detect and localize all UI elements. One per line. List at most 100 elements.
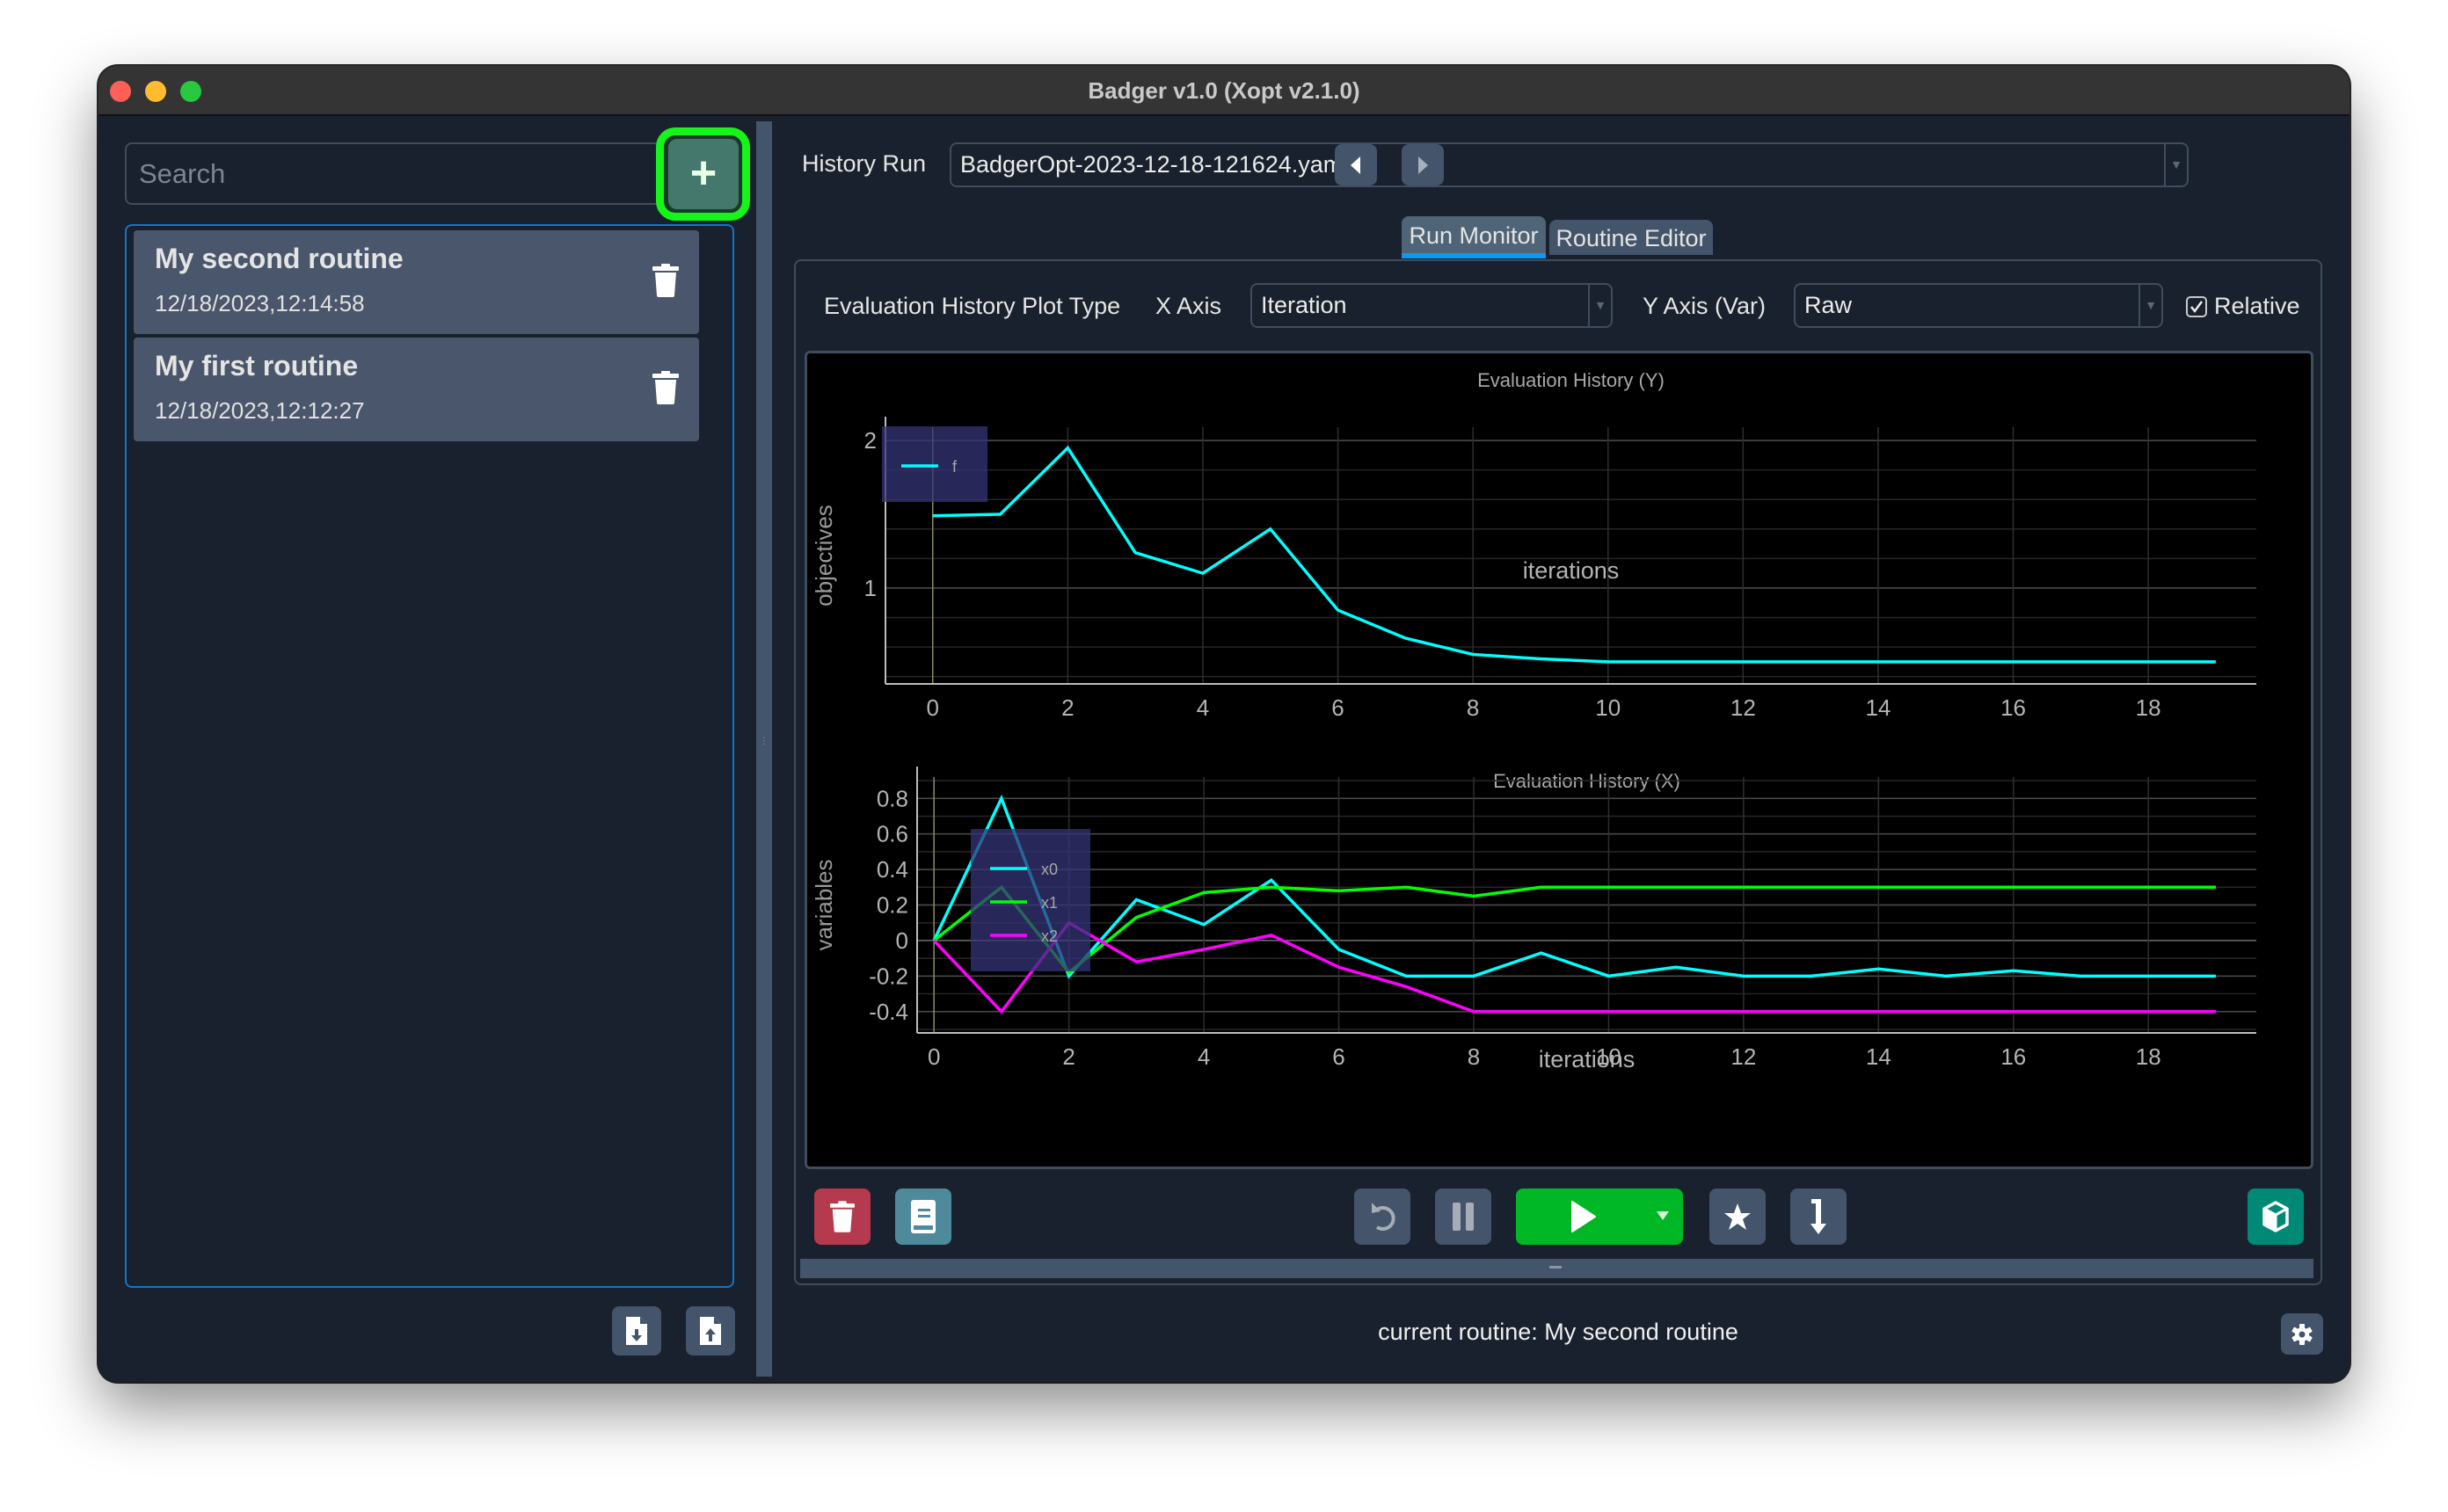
logbook-icon	[911, 1200, 936, 1233]
previous-run-button[interactable]	[1335, 144, 1377, 185]
panel-resize-handle[interactable]	[800, 1259, 2313, 1278]
checkmark-icon	[2190, 301, 2204, 314]
delete-routine-button[interactable]	[652, 371, 679, 404]
y-tick-label: -0.4	[869, 999, 908, 1025]
legend-label: x2	[1041, 927, 1058, 945]
x-tick-label: 0	[927, 694, 939, 721]
series-line-x1	[933, 884, 2216, 975]
x-tick-label: 6	[1331, 694, 1344, 721]
x-axis-label: iterations	[1523, 557, 1620, 584]
y-tick-label: 0.4	[877, 856, 908, 883]
y-axis-label: variables	[811, 859, 837, 950]
run-button[interactable]	[1516, 1189, 1683, 1245]
legend-box	[882, 426, 987, 502]
gear-icon	[2291, 1324, 2313, 1345]
x-tick-label: 12	[1730, 1043, 1756, 1070]
export-routine-button[interactable]	[686, 1306, 735, 1356]
legend-box	[971, 829, 1090, 971]
delete-routine-button[interactable]	[652, 264, 679, 297]
undo-icon	[1372, 1203, 1395, 1231]
trash-icon	[830, 1201, 855, 1232]
tab-label: Routine Editor	[1556, 225, 1707, 251]
caret-right-icon	[1418, 156, 1428, 174]
import-routine-button[interactable]	[612, 1306, 661, 1356]
x-tick-label: 16	[2000, 1043, 2026, 1070]
evaluation-history-x-chart[interactable]: Evaluation History (X)0.80.60.40.20-0.2-…	[807, 758, 2311, 1167]
logbook-button[interactable]	[895, 1189, 951, 1245]
x-axis-select[interactable]: Iteration ▼	[1250, 283, 1613, 328]
evaluation-history-y-chart[interactable]: Evaluation History (Y)120 2 4 6 8 10 12 14 16 18i…	[807, 353, 2311, 758]
tab-run-monitor[interactable]: Run Monitor	[1402, 216, 1546, 258]
routine-name: My first routine	[155, 350, 359, 382]
plot-type-label: Evaluation History Plot Type	[824, 293, 1121, 319]
routine-timestamp: 12/18/2023,12:12:27	[155, 397, 365, 424]
x-tick-label: 14	[1865, 694, 1891, 721]
x-axis-value: Iteration	[1261, 292, 1347, 318]
dropdown-arrow-icon[interactable]	[1657, 1211, 1669, 1220]
next-run-button[interactable]	[1402, 144, 1444, 185]
jump-to-optimum-icon	[1810, 1199, 1826, 1234]
panel-splitter[interactable]: ⋮	[756, 121, 772, 1377]
reset-button[interactable]	[1354, 1189, 1410, 1245]
search-input[interactable]	[125, 142, 661, 205]
y-tick-label: 0.8	[877, 785, 908, 811]
dropdown-arrow-icon: ▼	[2138, 285, 2161, 326]
routine-item[interactable]: My first routine 12/18/2023,12:12:27	[134, 338, 699, 441]
x-tick-label: 16	[2000, 694, 2026, 721]
y-tick-label: 0.2	[877, 892, 908, 919]
series-line-x2	[932, 920, 2216, 1014]
routine-name: My second routine	[155, 243, 404, 274]
jump-to-optimum-button[interactable]	[1790, 1189, 1847, 1245]
cube-icon	[2262, 1201, 2289, 1232]
x-tick-label: 12	[1730, 694, 1756, 721]
y-tick-label: -0.2	[869, 963, 908, 989]
x-tick-label: 10	[1595, 694, 1621, 721]
environment-button[interactable]	[2248, 1189, 2304, 1245]
x-tick-label: 18	[2136, 1043, 2161, 1070]
x-tick-label: 14	[1866, 1043, 1891, 1070]
x-tick-label: 18	[2136, 694, 2161, 721]
pause-icon	[1453, 1203, 1474, 1231]
x-tick-label: 4	[1197, 694, 1209, 721]
y-axis-value: Raw	[1804, 292, 1853, 318]
x-tick-label: 2	[1061, 694, 1074, 721]
star-icon	[1724, 1203, 1751, 1230]
routine-item[interactable]: My second routine 12/18/2023,12:14:58	[134, 230, 699, 334]
add-to-favorites-button[interactable]	[1709, 1189, 1766, 1245]
history-run-value: BadgerOpt-2023-12-18-121624.yaml	[960, 151, 1349, 178]
routine-timestamp: 12/18/2023,12:14:58	[155, 290, 365, 316]
legend-label: x0	[1041, 861, 1058, 878]
file-import-icon	[626, 1317, 647, 1345]
y-tick-label: 0.6	[877, 821, 908, 847]
settings-button[interactable]	[2281, 1313, 2323, 1355]
y-tick-label: 2	[864, 427, 877, 454]
x-tick-label: 8	[1467, 694, 1479, 721]
trash-icon	[652, 371, 679, 404]
tab-routine-editor[interactable]: Routine Editor	[1549, 220, 1713, 255]
pause-button[interactable]	[1435, 1189, 1491, 1245]
x-axis-label: iterations	[1539, 1046, 1636, 1072]
legend-label: x1	[1041, 894, 1058, 912]
y-axis-label: Y Axis (Var)	[1643, 293, 1767, 319]
series-line-f	[932, 445, 2216, 664]
current-routine-status: current routine: My second routine	[1378, 1319, 1738, 1345]
history-run-label: History Run	[802, 150, 927, 177]
window-title: Badger v1.0 (Xopt v2.1.0)	[1088, 77, 1360, 104]
y-axis-label: objectives	[811, 505, 837, 607]
grip-mark	[1549, 1266, 1562, 1268]
dropdown-arrow-icon: ▼	[2164, 144, 2187, 185]
x-tick-label: 2	[1062, 1043, 1075, 1070]
title-bar: Badger v1.0 (Xopt v2.1.0)	[98, 66, 2350, 116]
delete-run-button[interactable]	[814, 1189, 871, 1245]
dropdown-arrow-icon: ▼	[1588, 285, 1611, 326]
add-routine-button[interactable]: +	[668, 139, 739, 209]
relative-checkbox[interactable]	[2186, 296, 2207, 317]
tab-label: Run Monitor	[1409, 222, 1539, 249]
play-icon	[1571, 1201, 1596, 1232]
plus-icon: +	[689, 148, 718, 199]
routine-list: My second routine 12/18/2023,12:14:58 My…	[125, 224, 734, 1288]
app-window: Badger v1.0 (Xopt v2.1.0) + My second ro…	[98, 66, 2350, 1382]
history-run-select[interactable]: BadgerOpt-2023-12-18-121624.yaml ▼	[950, 142, 2189, 187]
y-axis-select[interactable]: Raw ▼	[1794, 283, 2163, 328]
x-axis-label: X Axis	[1155, 293, 1222, 319]
